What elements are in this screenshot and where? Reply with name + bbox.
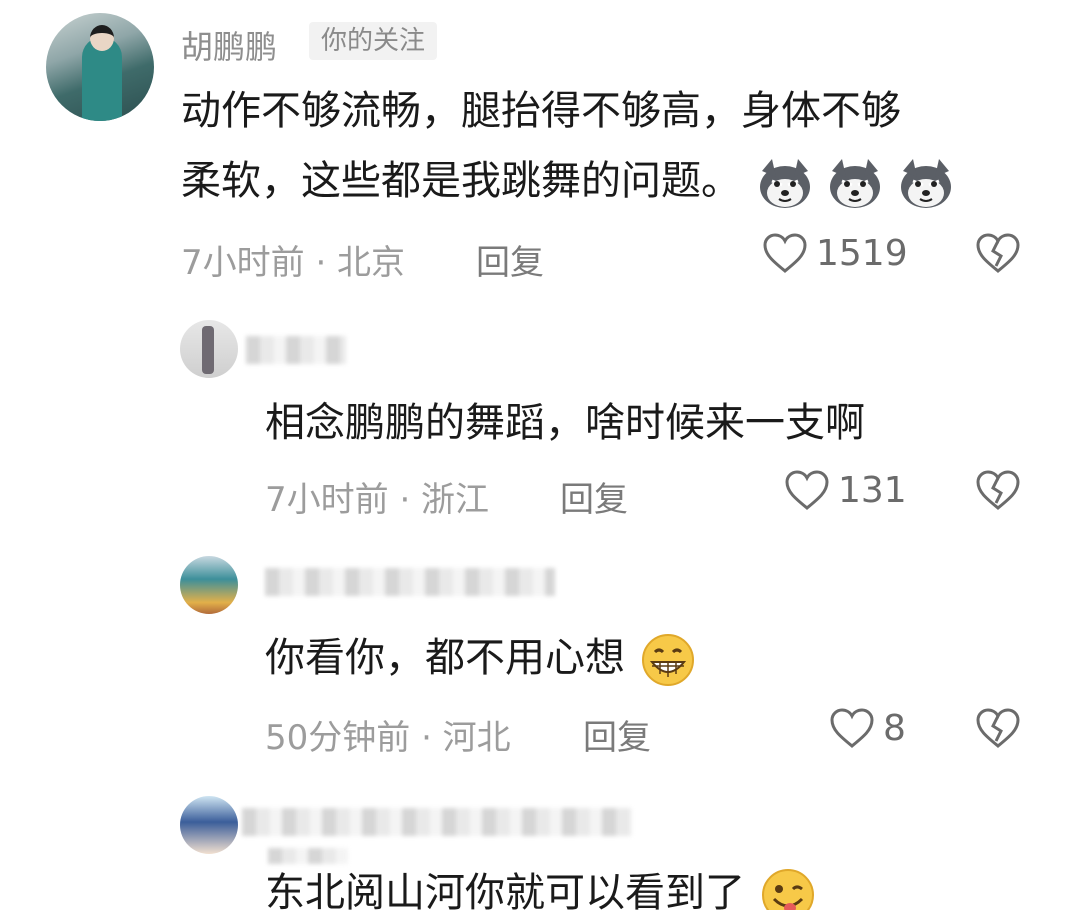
blurred-username[interactable]: [242, 808, 632, 836]
avatar[interactable]: [180, 796, 238, 854]
like-count: 8: [883, 707, 906, 749]
follow-badge: 你的关注: [309, 22, 438, 60]
broken-heart-icon: [976, 233, 1020, 273]
reply-button[interactable]: 回复: [583, 710, 651, 759]
comment-text: 相念鹏鹏的舞蹈，啥时候来一支啊: [265, 400, 865, 446]
heart-outline-icon: [830, 708, 874, 748]
comment-text-line-1: 动作不够流畅，腿抬得不够高，身体不够: [181, 88, 901, 134]
like-button[interactable]: 8: [829, 707, 906, 749]
comment-list: 胡鹏鹏 你的关注 动作不够流畅，腿抬得不够高，身体不够 柔软，这些都是我跳舞的问…: [0, 0, 1080, 910]
reply-button[interactable]: 回复: [476, 235, 544, 284]
reply-button[interactable]: 回复: [560, 472, 628, 521]
avatar[interactable]: [180, 320, 238, 378]
grinning-face-emoji-icon: [641, 634, 694, 686]
comment-meta: 7小时前 · 北京: [181, 243, 406, 283]
broken-heart-icon: [976, 470, 1020, 510]
blurred-username[interactable]: [246, 336, 346, 364]
comment-meta: 50分钟前 · 河北: [265, 718, 511, 758]
comment-text-line-2: 柔软，这些都是我跳舞的问题。: [181, 146, 953, 216]
heart-outline-icon: [785, 470, 829, 510]
blurred-username[interactable]: [265, 568, 555, 596]
like-count: 1519: [816, 232, 908, 274]
avatar[interactable]: [180, 556, 238, 614]
broken-heart-icon: [976, 708, 1020, 748]
username[interactable]: 胡鹏鹏: [181, 22, 277, 68]
heart-outline-icon: [763, 233, 807, 273]
comment-text: 你看你，都不用心想: [265, 623, 696, 693]
dislike-button[interactable]: [975, 232, 1021, 274]
like-button[interactable]: 1519: [762, 232, 908, 274]
husky-dog-emoji-icon: [754, 158, 953, 208]
avatar[interactable]: [46, 13, 154, 121]
dislike-button[interactable]: [975, 707, 1021, 749]
winking-tongue-face-emoji-icon: [761, 869, 814, 910]
comment-meta: 7小时前 · 浙江: [265, 480, 490, 520]
like-button[interactable]: 131: [784, 469, 907, 511]
comment-text: 东北阅山河你就可以看到了: [265, 858, 816, 910]
dislike-button[interactable]: [975, 469, 1021, 511]
like-count: 131: [838, 469, 907, 511]
